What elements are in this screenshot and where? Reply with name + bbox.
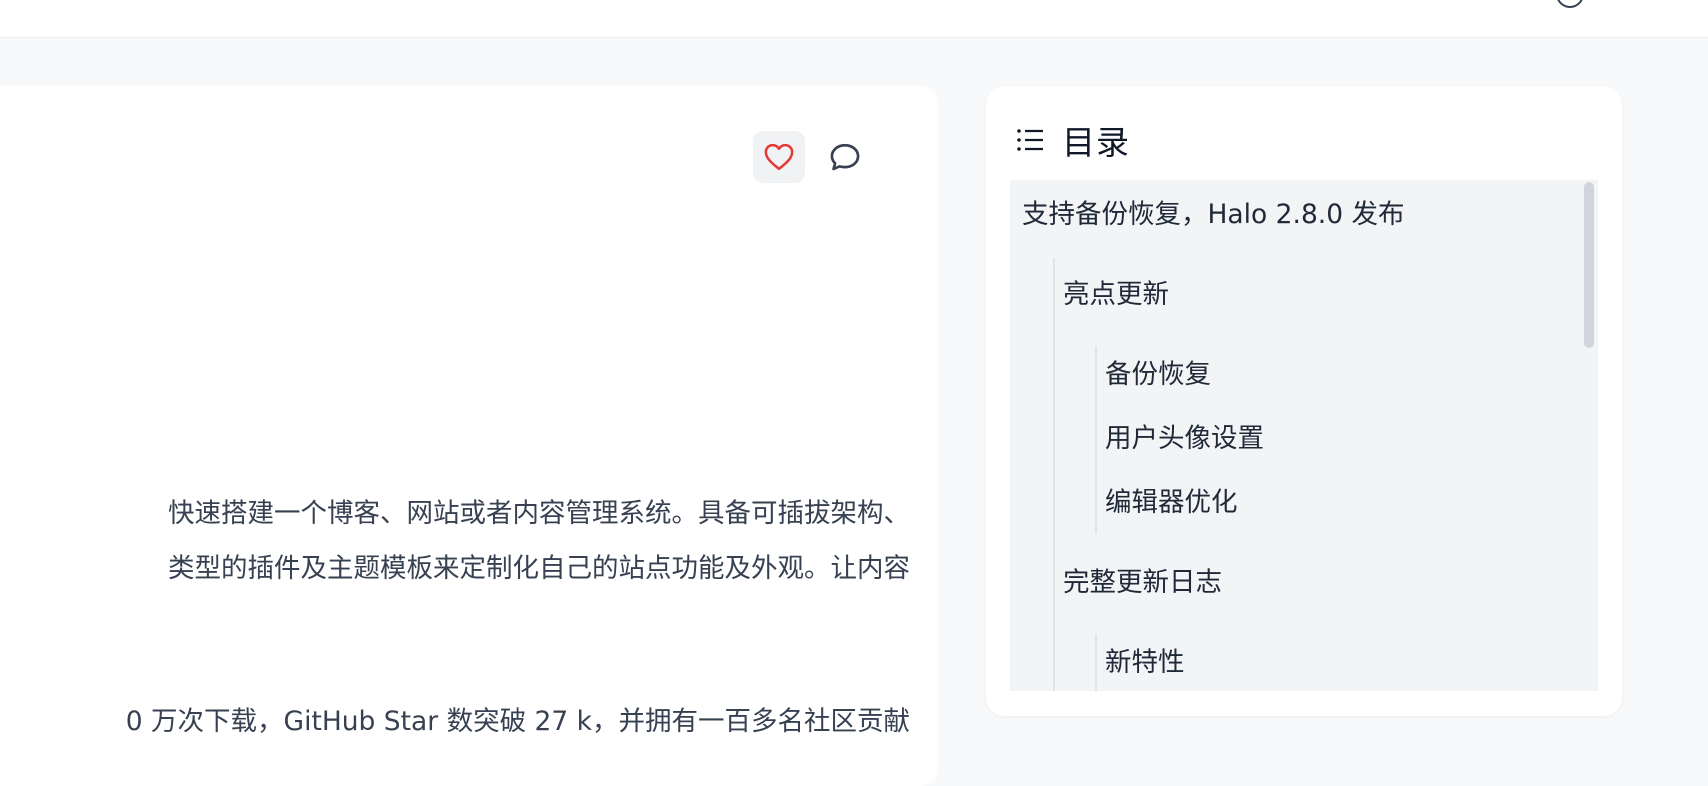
- heart-icon: [764, 143, 794, 171]
- toc-item-editor-optimization[interactable]: 编辑器优化: [1105, 480, 1238, 519]
- toc-item-new-features[interactable]: 新特性: [1105, 640, 1185, 679]
- paragraph-line: 0 万次下载，GitHub Star 数突破 27 k，并拥有一百多名社区贡献: [125, 706, 910, 737]
- toc-item-backup-restore[interactable]: 备份恢复: [1105, 352, 1211, 391]
- comment-icon: [830, 143, 860, 171]
- like-button[interactable]: [753, 131, 805, 183]
- toc-item-highlights[interactable]: 亮点更新: [1063, 272, 1169, 311]
- table-of-contents: 目录 支持备份恢复，Halo 2.8.0 发布 亮点更新 备份恢复 用户头像设置…: [986, 86, 1622, 716]
- toc-level2-guide: [1053, 258, 1055, 691]
- toc-level3-guide: [1095, 346, 1097, 534]
- article-actions: [753, 131, 871, 183]
- article-paragraph: 0 万次下载，GitHub Star 数突破 27 k，并拥有一百多名社区贡献: [0, 694, 910, 749]
- toc-item-halo-release[interactable]: 支持备份恢复，Halo 2.8.0 发布: [1022, 192, 1405, 231]
- paragraph-line: 类型的插件及主题模板来定制化自己的站点功能及外观。让内容: [168, 553, 910, 584]
- toc-scrollbar-thumb[interactable]: [1584, 182, 1594, 348]
- paragraph-line: 快速搭建一个博客、网站或者内容管理系统。具备可插拔架构、: [168, 498, 910, 529]
- comment-button[interactable]: [819, 131, 871, 183]
- toc-level3-guide: [1095, 634, 1097, 691]
- toc-list: 支持备份恢复，Halo 2.8.0 发布 亮点更新 备份恢复 用户头像设置 编辑…: [1010, 180, 1584, 691]
- toc-scrollbar[interactable]: [1580, 180, 1598, 691]
- article-paragraph: 快速搭建一个博客、网站或者内容管理系统。具备可插拔架构、 类型的插件及主题模板来…: [0, 486, 910, 596]
- toc-header: 目录: [1016, 116, 1130, 164]
- toc-title: 目录: [1062, 123, 1130, 162]
- user-avatar[interactable]: [1556, 0, 1584, 8]
- toc-item-user-avatar[interactable]: 用户头像设置: [1105, 416, 1264, 455]
- top-navigation-bar: [0, 0, 1708, 38]
- list-icon: [1017, 129, 1043, 151]
- article-card: 快速搭建一个博客、网站或者内容管理系统。具备可插拔架构、 类型的插件及主题模板来…: [0, 86, 938, 786]
- toc-item-full-changelog[interactable]: 完整更新日志: [1063, 560, 1222, 599]
